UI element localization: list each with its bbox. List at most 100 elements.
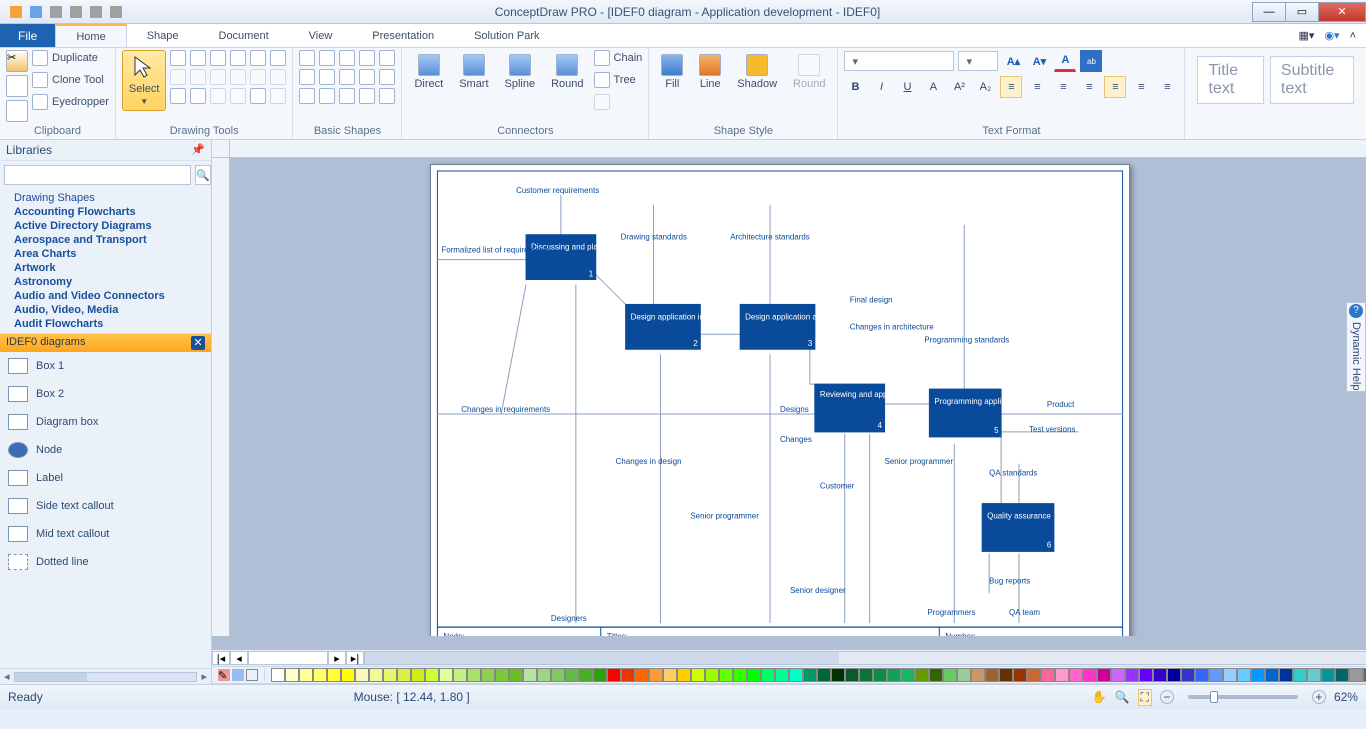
subtitle-text-box[interactable]: Subtitle text (1270, 56, 1354, 104)
color-swatch[interactable] (551, 668, 565, 682)
color-swatch[interactable] (1307, 668, 1321, 682)
connector-spline-button[interactable]: Spline (499, 50, 542, 94)
color-swatch[interactable] (523, 668, 537, 682)
color-swatch[interactable] (663, 668, 677, 682)
shape-roundrect-icon[interactable] (319, 50, 335, 66)
zoom-tool-icon[interactable]: 🔍 (1115, 690, 1130, 704)
color-swatch[interactable] (929, 668, 943, 682)
color-swatch[interactable] (509, 668, 523, 682)
color-swatch[interactable] (971, 668, 985, 682)
font-color-icon[interactable]: A (1054, 50, 1076, 72)
color-swatch[interactable] (1041, 668, 1055, 682)
shape-cross-icon[interactable] (379, 69, 395, 85)
minimize-button[interactable]: — (1252, 2, 1286, 22)
color-swatch[interactable] (425, 668, 439, 682)
maximize-button[interactable]: ▭ (1285, 2, 1319, 22)
color-swatch[interactable] (621, 668, 635, 682)
valign-top-button[interactable]: ≡ (1104, 76, 1126, 98)
color-swatch[interactable] (845, 668, 859, 682)
italic-button[interactable]: I (870, 76, 892, 98)
color-swatch[interactable] (831, 668, 845, 682)
tree-item[interactable]: Active Directory Diagrams (4, 219, 207, 233)
paste-icon[interactable] (6, 100, 28, 122)
tree-item[interactable]: Astronomy (4, 275, 207, 289)
draw-tool-g[interactable] (170, 88, 186, 104)
color-swatch[interactable] (1139, 668, 1153, 682)
color-swatch[interactable] (1251, 668, 1265, 682)
tree-item[interactable]: Artwork (4, 261, 207, 275)
qat-icon-1[interactable] (10, 6, 22, 18)
tree-item[interactable]: Audio and Video Connectors (4, 289, 207, 303)
canvas[interactable]: Discussing and planning 1 Design applica… (230, 158, 1366, 636)
pencil-icon[interactable]: ✎ (218, 669, 230, 681)
shape-cloud-icon[interactable] (339, 88, 355, 104)
stencil-item-dotted[interactable]: Dotted line (0, 548, 211, 576)
color-swatch[interactable] (355, 668, 369, 682)
color-swatch[interactable] (285, 668, 299, 682)
qat-icon-3[interactable] (50, 6, 62, 18)
sheet-first-button[interactable]: |◂ (212, 651, 230, 665)
align-center-button[interactable]: ≡ (1026, 76, 1048, 98)
toolbox-icon[interactable]: ▦▾ (1299, 29, 1315, 42)
shape-rect-icon[interactable] (299, 50, 315, 66)
shadow-button[interactable]: Shadow (731, 50, 783, 94)
sheet-next-button[interactable]: ▸ (328, 651, 346, 665)
chevron-up-icon[interactable]: ˄ (1350, 30, 1356, 42)
zoom-slider[interactable] (1188, 695, 1298, 699)
color-swatch[interactable] (677, 668, 691, 682)
sheet-prev-button[interactable]: ◂ (230, 651, 248, 665)
stencil-item-box1[interactable]: Box 1 (0, 352, 211, 380)
color-swatch[interactable] (1349, 668, 1363, 682)
color-swatch[interactable] (747, 668, 761, 682)
color-swatch[interactable] (1083, 668, 1097, 682)
color-swatch[interactable] (481, 668, 495, 682)
stencil-item-box2[interactable]: Box 2 (0, 380, 211, 408)
fit-page-icon[interactable]: ⛶ (1138, 689, 1152, 706)
qat-icon-4[interactable] (70, 6, 82, 18)
tree-item[interactable]: Audit Flowcharts (4, 317, 207, 331)
connector-tree-button[interactable]: Tree (594, 72, 643, 88)
shape-heart-icon[interactable] (359, 88, 375, 104)
draw-tool-k[interactable] (250, 88, 266, 104)
color-swatch[interactable] (1335, 668, 1349, 682)
color-swatch[interactable] (593, 668, 607, 682)
stencil-item-sidecallout[interactable]: Side text callout (0, 492, 211, 520)
color-swatch[interactable] (1111, 668, 1125, 682)
library-tree[interactable]: Drawing Shapes Accounting Flowcharts Act… (0, 189, 211, 334)
sheet-last-button[interactable]: ▸| (346, 651, 364, 665)
color-swatch[interactable] (789, 668, 803, 682)
line-button[interactable]: Line (693, 50, 727, 94)
page[interactable]: Discussing and planning 1 Design applica… (430, 164, 1130, 636)
shape-arrow-icon[interactable] (299, 88, 315, 104)
shape-ellipse-icon[interactable] (339, 50, 355, 66)
tree-item[interactable]: Area Charts (4, 247, 207, 261)
color-swatch[interactable] (719, 668, 733, 682)
stencil-header[interactable]: IDEF0 diagrams ✕ (0, 334, 211, 352)
color-swatch[interactable] (873, 668, 887, 682)
eyedropper-button[interactable]: Eyedropper (32, 94, 109, 110)
color-swatch[interactable] (411, 668, 425, 682)
color-swatch[interactable] (565, 668, 579, 682)
shape-hexagon-icon[interactable] (339, 69, 355, 85)
draw-rect-icon[interactable] (170, 50, 186, 66)
file-menu[interactable]: File (0, 24, 55, 47)
align-right-button[interactable]: ≡ (1052, 76, 1074, 98)
connector-smart-button[interactable]: Smart (453, 50, 494, 94)
close-button[interactable]: ✕ (1318, 2, 1366, 22)
align-left-button[interactable]: ≡ (1000, 76, 1022, 98)
draw-ellipse-icon[interactable] (190, 50, 206, 66)
draw-arc-icon[interactable] (250, 50, 266, 66)
color-swatch[interactable] (985, 668, 999, 682)
color-swatch[interactable] (803, 668, 817, 682)
color-swatch[interactable] (1265, 668, 1279, 682)
color-swatch[interactable] (943, 668, 957, 682)
qat-icon-2[interactable] (30, 6, 42, 18)
color-swatch[interactable] (635, 668, 649, 682)
subscript-button[interactable]: A₂ (974, 76, 996, 98)
shape-iso-icon[interactable] (299, 69, 315, 85)
color-swatch[interactable] (1293, 668, 1307, 682)
panel-hscroll[interactable]: ◂▸ (0, 668, 211, 684)
color-swatch[interactable] (1209, 668, 1223, 682)
ruler-horizontal[interactable] (230, 140, 1366, 158)
fill-button[interactable]: Fill (655, 50, 689, 94)
